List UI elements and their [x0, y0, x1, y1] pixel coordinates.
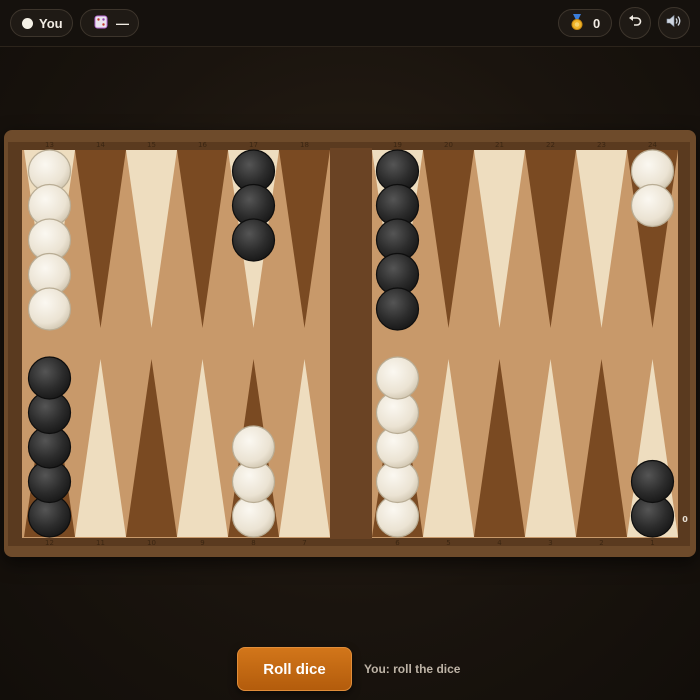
- point-label-top-19: 19: [393, 141, 402, 149]
- point-label-top-21: 21: [495, 141, 504, 149]
- point-label-top-15: 15: [147, 141, 156, 149]
- white-checker[interactable]: [375, 356, 420, 400]
- point-label-bottom-8: 8: [251, 539, 255, 547]
- point-label-bottom-9: 9: [200, 539, 204, 547]
- point-label-bottom-2: 2: [599, 539, 603, 547]
- point-label-top-20: 20: [444, 141, 453, 149]
- point-label-top-24: 24: [648, 141, 657, 149]
- point-label-bottom-1: 1: [650, 539, 654, 547]
- point-label-bottom-5: 5: [446, 539, 450, 547]
- board-left-rail: [8, 142, 22, 546]
- borne-off-count: 0: [682, 515, 688, 524]
- backgammon-board: 13 14 15 16 17 18 19 20 21 22 23 2412 11 10 9 8 7 6 5 4 3 2 10: [8, 141, 690, 547]
- point-label-top-13: 13: [45, 141, 54, 149]
- status-text: You: roll the dice: [364, 662, 461, 676]
- board-bottom-rail: [14, 538, 684, 546]
- point-label-bottom-4: 4: [497, 539, 502, 547]
- point-label-bottom-3: 3: [548, 539, 552, 547]
- white-checker[interactable]: [27, 287, 72, 331]
- center-bar[interactable]: [330, 148, 372, 539]
- point-label-bottom-7: 7: [302, 539, 306, 547]
- point-label-top-17: 17: [249, 141, 258, 149]
- black-checker[interactable]: [375, 287, 420, 331]
- black-checker[interactable]: [231, 218, 276, 262]
- white-checker[interactable]: [630, 183, 675, 228]
- bottom-controls: Roll dice You: roll the dice: [0, 620, 700, 700]
- black-checker[interactable]: [630, 459, 675, 504]
- roll-dice-button[interactable]: Roll dice: [237, 647, 352, 691]
- point-label-top-16: 16: [198, 141, 207, 149]
- point-label-bottom-11: 11: [96, 539, 105, 547]
- black-checker[interactable]: [27, 356, 72, 400]
- point-label-top-14: 14: [96, 141, 105, 149]
- point-label-top-18: 18: [300, 141, 309, 149]
- point-label-bottom-6: 6: [395, 539, 400, 547]
- point-label-bottom-12: 12: [45, 539, 54, 547]
- point-label-top-22: 22: [546, 141, 555, 149]
- board-right-tray: [678, 142, 690, 546]
- point-label-top-23: 23: [597, 141, 606, 149]
- white-checker[interactable]: [231, 425, 276, 469]
- point-label-bottom-10: 10: [147, 539, 156, 547]
